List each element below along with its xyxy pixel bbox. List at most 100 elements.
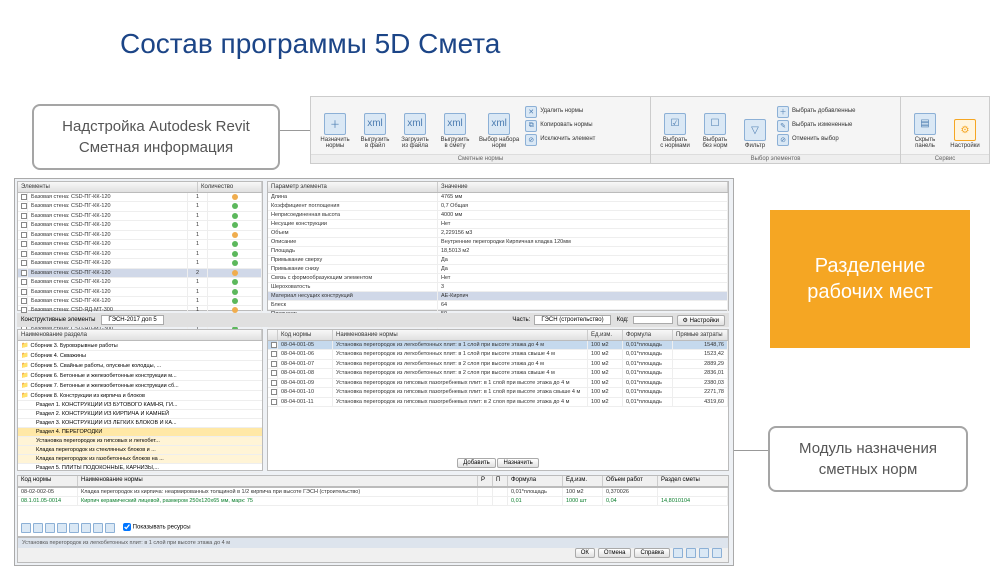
col-volume: Объем работ	[603, 476, 658, 486]
gear-icon: ⚙	[954, 119, 976, 141]
bottom-pane: 08-02-002-05Кладка перегородок из кирпич…	[17, 487, 729, 537]
tool-icon[interactable]	[81, 523, 91, 533]
element-row[interactable]: Базовая стена: CSD-ПГ-КК-1201	[18, 259, 262, 268]
element-row[interactable]: Базовая стена: CSD-ПГ-КК-1201	[18, 231, 262, 240]
tool-icon[interactable]	[57, 523, 67, 533]
param-row[interactable]: Материал несущих конструкцийАЕ-Кирпич	[268, 292, 728, 301]
tree-row[interactable]: Кладка перегородок из стеклянных блоков …	[18, 446, 262, 455]
param-row[interactable]: Связь с формообразующим элементомНет	[268, 274, 728, 283]
param-row[interactable]: Длина4765 мм	[268, 193, 728, 202]
tool-icon[interactable]	[21, 523, 31, 533]
element-row[interactable]: Базовая стена: CSD-ПГ-КК-1202	[18, 269, 262, 278]
settings-btn[interactable]: ⚙ Настройки	[677, 315, 725, 326]
nav-first-icon[interactable]	[673, 548, 683, 558]
unchecked-icon: ☐	[704, 113, 726, 135]
param-row[interactable]: Площадь18,5013 м2	[268, 247, 728, 256]
tree-row[interactable]: Сборник 3. Буровзрывные работы	[18, 341, 262, 351]
element-row[interactable]: Базовая стена: CSD-ПГ-КК-1201	[18, 288, 262, 297]
norms-header: Код нормы Наименование нормы Ед.изм. Фор…	[268, 330, 728, 341]
cancel-selection-button[interactable]: ⊘Отменить выбор	[775, 133, 857, 147]
source-tab[interactable]: ГЭСН-2017 доп 5	[101, 315, 163, 325]
hide-panel-button[interactable]: ▤Скрыть панель	[905, 99, 945, 152]
element-row[interactable]: Базовая стена: CSD-ПГ-КК-1201	[18, 202, 262, 211]
bottom-body[interactable]: 08-02-002-05Кладка перегородок из кирпич…	[18, 488, 728, 506]
select-added-button[interactable]: ＋Выбрать добавленные	[775, 105, 857, 119]
ribbon-group-label: Сервис	[901, 154, 989, 163]
norm-row[interactable]: 08-04-001-10Установка перегородок из гип…	[268, 388, 728, 397]
element-row[interactable]: Базовая стена: CSD-ПГ-КК-1201	[18, 240, 262, 249]
norm-row[interactable]: 08-04-001-07Установка перегородок из лег…	[268, 360, 728, 369]
tree-row[interactable]: Сборник 8. Конструкции из кирпича и блок…	[18, 391, 262, 401]
tree-body[interactable]: Сборник 3. Буровзрывные работыСборник 4.…	[18, 341, 262, 473]
element-row[interactable]: Базовая стена: CSD-ПГ-КК-1201	[18, 250, 262, 259]
tree-row[interactable]: Сборник 6. Бетонные и железобетонные кон…	[18, 371, 262, 381]
col-unit: Ед.изм.	[563, 476, 603, 486]
assigned-norm-row[interactable]: 08.1.01.05-0014Кирпич керамический лицев…	[18, 497, 728, 506]
help-button[interactable]: Справка	[634, 548, 670, 558]
param-row[interactable]: ОписаниеВнутренние перегородки Кирпичная…	[268, 238, 728, 247]
param-row[interactable]: Несущие конструкцииНет	[268, 220, 728, 229]
select-normset-button[interactable]: xmlВыбор набора норм	[475, 99, 523, 152]
nav-prev-icon[interactable]	[686, 548, 696, 558]
tree-row[interactable]: Сборник 5. Свайные работы, опускные коло…	[18, 361, 262, 371]
param-row[interactable]: Примыкание сверхуДа	[268, 256, 728, 265]
assign-norm-button[interactable]: Назначить	[497, 458, 538, 468]
export-estimate-button[interactable]: xmlВыгрузить в смету	[435, 99, 475, 152]
tree-row[interactable]: Раздел 4. ПЕРЕГОРОДКИ	[18, 428, 262, 437]
nav-last-icon[interactable]	[712, 548, 722, 558]
norm-row[interactable]: 08-04-001-08Установка перегородок из лег…	[268, 369, 728, 378]
tree-row[interactable]: Раздел 3. КОНСТРУКЦИИ ИЗ ЛЕГКИХ БЛОКОВ И…	[18, 419, 262, 428]
export-file-button[interactable]: xmlВыгрузить в файл	[355, 99, 395, 152]
tree-row[interactable]: Раздел 1. КОНСТРУКЦИИ ИЗ БУТОВОГО КАМНЯ,…	[18, 401, 262, 410]
norm-row[interactable]: 08-04-001-05Установка перегородок из лег…	[268, 341, 728, 350]
element-row[interactable]: Базовая стена: CSD-ПГ-КК-1201	[18, 193, 262, 202]
param-row[interactable]: Примыкание снизуДа	[268, 265, 728, 274]
select-without-norms-button[interactable]: ☐Выбрать без норм	[695, 99, 735, 152]
param-row[interactable]: Блеск64	[268, 301, 728, 310]
exclude-element-button[interactable]: ⊘Исключить элемент	[523, 133, 597, 147]
col-name: Элементы	[18, 182, 198, 192]
ok-button[interactable]: ОК	[575, 548, 595, 558]
element-row[interactable]: Базовая стена: CSD-ПГ-КК-1201	[18, 221, 262, 230]
tool-icon[interactable]	[69, 523, 79, 533]
select-changed-button[interactable]: ✎Выбрать измененные	[775, 119, 857, 133]
add-norm-button[interactable]: Добавить	[457, 458, 496, 468]
select-with-norms-button[interactable]: ☑Выбрать с нормами	[655, 99, 695, 152]
param-row[interactable]: Шероховатость3	[268, 283, 728, 292]
show-resources-toggle[interactable]: Показывать ресурсы	[123, 523, 191, 533]
param-row[interactable]: Неприсоединенная высота4000 мм	[268, 211, 728, 220]
tree-row[interactable]: Сборник 4. Скважины	[18, 351, 262, 361]
norm-row[interactable]: 08-04-001-09Установка перегородок из гип…	[268, 379, 728, 388]
tree-row[interactable]: Сборник 7. Бетонные и железобетонные кон…	[18, 381, 262, 391]
tree-row[interactable]: Раздел 5. ПЛИТЫ ПОДОКОННЫЕ, КАРНИЗЫ,...	[18, 464, 262, 473]
callout-revit-addin: Надстройка Autodesk Revit Сметная информ…	[32, 104, 280, 170]
param-row[interactable]: Коэффициент поглощения0,7 Общая	[268, 202, 728, 211]
tree-row[interactable]: Кладка перегородок из газобетонных блоко…	[18, 455, 262, 464]
copy-norms-button[interactable]: ⧉Копировать нормы	[523, 119, 597, 133]
funnel-icon: ▽	[744, 119, 766, 141]
tree-row[interactable]: Установка перегородок из гипсовых и легк…	[18, 437, 262, 446]
settings-button[interactable]: ⚙Настройки	[945, 99, 985, 152]
connector-line	[280, 130, 310, 131]
code-input[interactable]	[633, 316, 673, 324]
filter-button[interactable]: ▽Фильтр	[735, 99, 775, 152]
element-row[interactable]: Базовая стена: CSD-ПГ-КК-1201	[18, 278, 262, 287]
element-row[interactable]: Базовая стена: CSD-ПГ-КК-1201	[18, 212, 262, 221]
tool-icon[interactable]	[93, 523, 103, 533]
norm-row[interactable]: 08-04-001-06Установка перегородок из лег…	[268, 350, 728, 359]
cancel-button[interactable]: Отмена	[598, 548, 632, 558]
norm-row[interactable]: 08-04-001-11Установка перегородок из гип…	[268, 398, 728, 407]
parts-select[interactable]: ГЭСН (строительство)	[534, 315, 610, 325]
tool-icon[interactable]	[45, 523, 55, 533]
tree-row[interactable]: Раздел 2. КОНСТРУКЦИИ ИЗ КИРПИЧА И КАМНЕ…	[18, 410, 262, 419]
assign-norms-button[interactable]: ＋Назначить нормы	[315, 99, 355, 152]
import-file-button[interactable]: xmlЗагрузить из файла	[395, 99, 435, 152]
norms-body[interactable]: 08-04-001-05Установка перегородок из лег…	[268, 341, 728, 407]
param-row[interactable]: Объем2,229156 м3	[268, 229, 728, 238]
delete-norms-button[interactable]: ✕Удалить нормы	[523, 105, 597, 119]
assigned-norm-row[interactable]: 08-02-002-05Кладка перегородок из кирпич…	[18, 488, 728, 497]
tool-icon[interactable]	[105, 523, 115, 533]
tool-icon[interactable]	[33, 523, 43, 533]
nav-next-icon[interactable]	[699, 548, 709, 558]
element-row[interactable]: Базовая стена: CSD-ПГ-КК-1201	[18, 297, 262, 306]
